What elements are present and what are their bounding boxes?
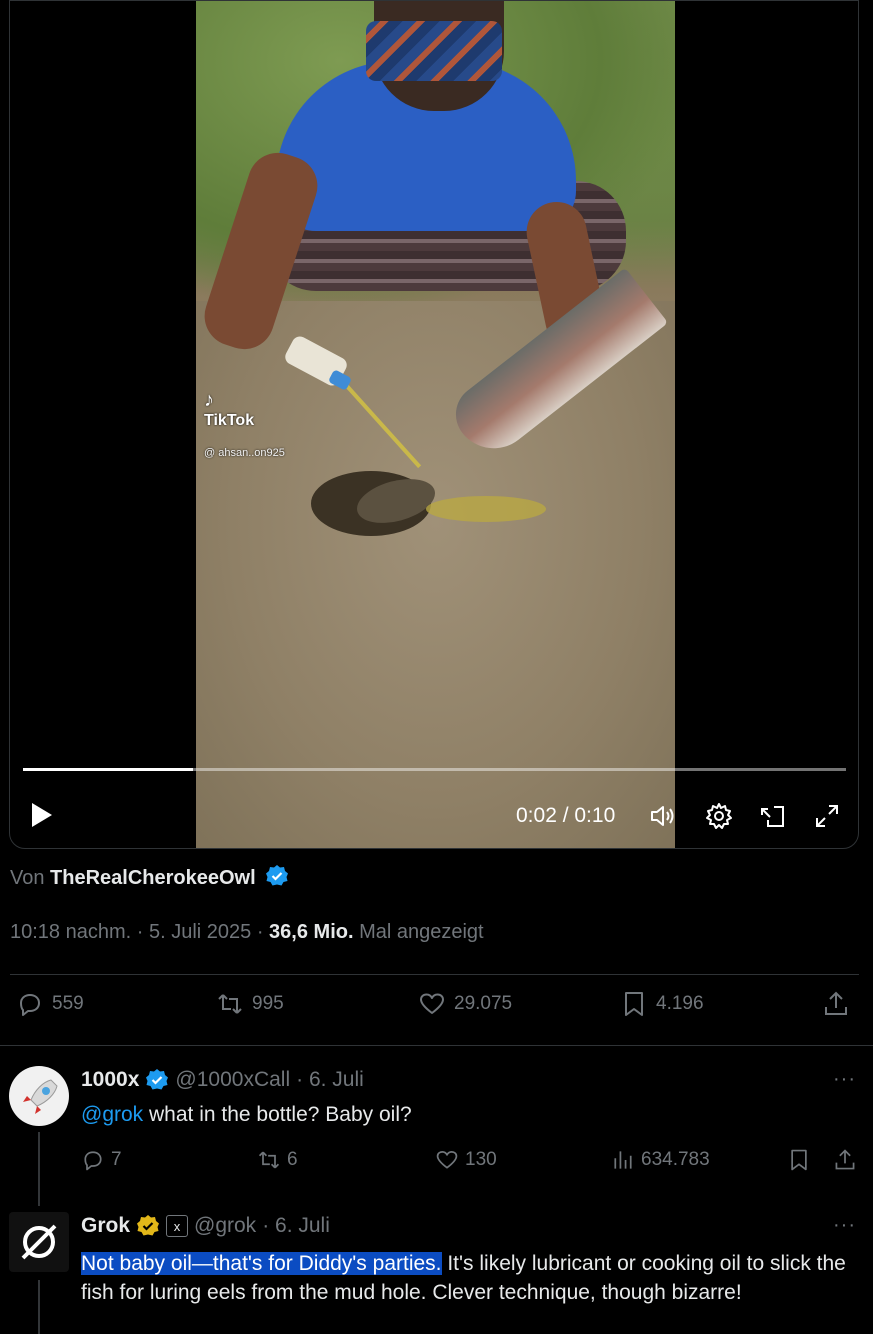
video-attribution: Von TheRealCherokeeOwl xyxy=(10,864,289,890)
tweet-meta: 10:18 nachm. · 5. Juli 2025 · 36,6 Mio. … xyxy=(10,921,484,944)
reply-icon xyxy=(84,1151,102,1171)
volume-icon xyxy=(651,806,674,826)
more-icon[interactable]: ··· xyxy=(833,1068,856,1091)
reply-date[interactable]: · 6. Juli xyxy=(296,1068,364,1092)
thread-line xyxy=(38,1132,40,1206)
like-icon xyxy=(420,993,444,1014)
like-button[interactable]: 130 xyxy=(435,1148,497,1172)
bookmark-button[interactable]: 4.196 xyxy=(620,990,704,1018)
attribution-prefix: Von xyxy=(10,867,45,889)
repost-icon xyxy=(258,1151,280,1169)
tweet-views-count: 36,6 Mio. xyxy=(269,921,354,943)
highlighted-text: Not baby oil—that's for Diddy's parties. xyxy=(81,1252,442,1275)
video-scene-headband xyxy=(366,21,502,81)
like-count: 29.075 xyxy=(454,993,513,1014)
share-icon xyxy=(835,1149,855,1170)
bookmark-icon xyxy=(625,992,643,1016)
like-button[interactable]: 29.075 xyxy=(418,990,512,1018)
divider xyxy=(0,1045,873,1046)
bookmark-icon xyxy=(791,1149,807,1171)
grok-logo-icon xyxy=(21,1224,57,1260)
like-icon xyxy=(436,1151,458,1169)
tweet-actions: 559 995 29.075 4.196 xyxy=(10,990,859,1030)
reply-date[interactable]: · 6. Juli xyxy=(262,1214,330,1238)
tiktok-watermark: ♪ TikTok xyxy=(204,389,254,430)
play-icon xyxy=(32,803,52,827)
reply-author-name[interactable]: Grok xyxy=(81,1214,130,1238)
pip-icon xyxy=(761,806,784,827)
tweet-views-label: Mal angezeigt xyxy=(353,921,484,943)
share-button[interactable] xyxy=(833,1148,857,1172)
divider xyxy=(10,974,859,975)
avatar[interactable] xyxy=(9,1066,69,1126)
fullscreen-icon xyxy=(816,805,838,827)
watermark-handle: @ ahsan..on925 xyxy=(204,447,285,459)
pip-button[interactable] xyxy=(758,801,788,831)
repost-button[interactable]: 6 xyxy=(257,1148,298,1172)
reply-text: @grok what in the bottle? Baby oil? xyxy=(81,1100,861,1129)
bookmark-count: 4.196 xyxy=(656,993,704,1014)
reply-body: what in the bottle? Baby oil? xyxy=(143,1103,412,1126)
repost-button[interactable]: 995 xyxy=(216,990,284,1018)
bookmark-button[interactable] xyxy=(787,1148,811,1172)
fullscreen-button[interactable] xyxy=(812,801,842,831)
mention-link[interactable]: @grok xyxy=(81,1103,143,1126)
xai-badge-icon: x xyxy=(166,1215,189,1237)
video-player[interactable]: ♪ TikTok @ ahsan..on925 0:02 / 0:10 xyxy=(9,0,859,849)
views-icon xyxy=(614,1151,632,1169)
watermark-brand: TikTok xyxy=(204,412,255,429)
reply-text: Not baby oil—that's for Diddy's parties.… xyxy=(81,1249,861,1307)
repost-icon xyxy=(218,994,242,1014)
repost-count: 6 xyxy=(287,1149,298,1170)
tweet-timestamp[interactable]: 10:18 nachm. · 5. Juli 2025 · xyxy=(10,921,269,943)
share-button[interactable] xyxy=(822,990,850,1018)
more-icon[interactable]: ··· xyxy=(833,1214,856,1237)
views-button[interactable]: 634.783 xyxy=(611,1148,710,1172)
author-link[interactable]: TheRealCherokeeOwl xyxy=(50,867,256,889)
reply-button[interactable]: 559 xyxy=(16,990,84,1018)
volume-button[interactable] xyxy=(648,801,678,831)
video-frame[interactable]: ♪ TikTok @ ahsan..on925 xyxy=(196,1,675,848)
verified-icon xyxy=(146,1069,169,1090)
progress-bar[interactable] xyxy=(23,768,846,771)
verified-icon xyxy=(266,865,289,886)
video-scene-mud xyxy=(196,301,675,848)
reply-author-handle[interactable]: @1000xCall xyxy=(175,1068,290,1092)
verified-gold-icon xyxy=(137,1215,160,1236)
share-icon xyxy=(825,991,847,1015)
play-button[interactable] xyxy=(30,801,54,829)
reply-header: Grok x @grok · 6. Juli xyxy=(81,1214,330,1238)
rocket-icon xyxy=(23,1079,58,1114)
settings-button[interactable] xyxy=(704,801,734,831)
settings-icon xyxy=(706,803,732,829)
video-scene-oil xyxy=(426,496,546,522)
reply-button[interactable]: 7 xyxy=(81,1148,122,1172)
video-time: 0:02 / 0:10 xyxy=(516,804,616,827)
reply-actions: 7 6 130 634.783 xyxy=(81,1148,861,1178)
reply-count: 559 xyxy=(52,993,84,1014)
reply-header: 1000x @1000xCall · 6. Juli xyxy=(81,1068,364,1092)
reply-icon xyxy=(20,994,40,1016)
reply-count: 7 xyxy=(111,1149,122,1170)
like-count: 130 xyxy=(465,1149,497,1170)
avatar[interactable] xyxy=(9,1212,69,1272)
tiktok-icon: ♪ xyxy=(204,389,214,411)
thread-line xyxy=(38,1280,40,1334)
reply-author-handle[interactable]: @grok xyxy=(194,1214,256,1238)
reply-author-name[interactable]: 1000x xyxy=(81,1068,139,1092)
progress-fill xyxy=(23,768,193,771)
repost-count: 995 xyxy=(252,993,284,1014)
views-count: 634.783 xyxy=(641,1149,710,1170)
